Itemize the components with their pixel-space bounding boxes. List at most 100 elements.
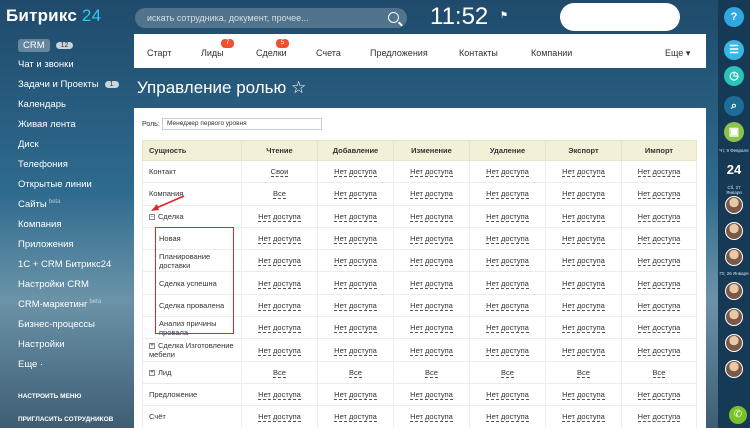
permission-select[interactable]: Нет доступа [410,345,453,356]
clock[interactable]: 11:52 [430,3,488,31]
avatar[interactable] [725,196,743,214]
permission-select[interactable]: Нет доступа [637,211,681,222]
tab[interactable]: Компании [531,48,572,58]
sidebar-item[interactable]: Сайты beta [18,199,60,210]
permission-select[interactable]: Нет доступа [486,234,529,245]
permission-select[interactable]: Нет доступа [258,278,301,289]
help-icon[interactable]: ? [724,7,744,27]
permission-select[interactable]: Нет доступа [637,167,681,178]
permission-select[interactable]: Все [273,189,286,200]
permission-select[interactable]: Нет доступа [637,345,681,356]
permission-select[interactable]: Нет доступа [486,390,529,401]
calendar-day[interactable]: 24 [724,160,744,180]
permission-select[interactable]: Нет доступа [637,189,681,200]
sidebar-item[interactable]: Календарь [18,99,66,110]
permission-select[interactable]: Нет доступа [637,278,681,289]
permission-select[interactable]: Нет доступа [486,167,529,178]
expand-icon[interactable]: + [149,343,155,350]
permission-select[interactable]: Нет доступа [486,278,529,289]
permission-select[interactable]: Нет доступа [410,211,453,222]
permission-select[interactable]: Все [349,367,362,378]
permission-select[interactable]: Нет доступа [637,256,681,267]
permission-select[interactable]: Нет доступа [562,234,605,245]
permission-select[interactable]: Нет доступа [410,167,453,178]
permission-select[interactable]: Нет доступа [562,189,605,200]
permission-select[interactable]: Нет доступа [258,323,301,334]
permission-select[interactable]: Все [273,367,286,378]
tab[interactable]: Еще ▾ [665,48,690,59]
permission-select[interactable]: Нет доступа [334,234,377,245]
permission-select[interactable]: Нет доступа [410,256,453,267]
sidebar-item[interactable]: Телефония [18,159,68,170]
sidebar-item[interactable]: Диск [18,139,39,150]
avatar[interactable] [725,308,743,326]
permission-select[interactable]: Все [652,367,666,378]
permission-select[interactable]: Свои [270,167,289,178]
tab[interactable]: Сделки [256,48,287,58]
sidebar-item[interactable]: CRM-маркетинг beta [18,299,101,310]
permission-select[interactable]: Нет доступа [334,278,377,289]
permission-select[interactable]: Нет доступа [410,300,453,311]
permission-select[interactable]: Нет доступа [637,390,681,401]
sidebar-item-crm[interactable]: CRM 12 [18,39,74,52]
notifications-icon[interactable]: ☰ [724,40,744,60]
permission-select[interactable]: Нет доступа [258,234,301,245]
sidebar-item[interactable]: Чат и звонки [18,59,74,70]
permission-select[interactable]: Нет доступа [562,167,605,178]
permission-select[interactable]: Нет доступа [410,390,453,401]
permission-select[interactable]: Нет доступа [637,323,681,334]
permission-select[interactable]: Нет доступа [334,256,377,267]
permission-select[interactable]: Нет доступа [562,300,605,311]
sidebar-item[interactable]: 1С + CRM Битрикс24 [18,259,111,270]
phone-icon[interactable]: ✆ [729,406,747,424]
permission-select[interactable]: Нет доступа [562,211,605,222]
avatar[interactable] [725,282,743,300]
permission-select[interactable]: Нет доступа [486,211,529,222]
sidebar-item[interactable]: Настройки [18,339,65,350]
timeline-icon[interactable]: ◷ [724,66,744,86]
role-name-input[interactable]: Менеджер первого уровня [162,118,322,130]
permission-select[interactable]: Нет доступа [334,300,377,311]
avatar[interactable] [725,360,743,378]
permission-select[interactable]: Нет доступа [562,412,605,423]
permission-select[interactable]: Нет доступа [637,300,681,311]
permission-select[interactable]: Нет доступа [258,256,301,267]
avatar[interactable] [725,248,743,266]
permission-select[interactable]: Нет доступа [562,256,605,267]
tab[interactable]: Старт [147,48,171,58]
user-profile-box[interactable] [560,3,680,31]
permission-select[interactable]: Все [425,367,438,378]
sidebar-item[interactable]: Компания [18,219,61,230]
configure-menu-link[interactable]: НАСТРОИТЬ МЕНЮ [18,393,81,400]
permission-select[interactable]: Нет доступа [562,278,605,289]
permission-select[interactable]: Нет доступа [410,278,453,289]
flag-icon[interactable]: ⚑ [500,10,508,21]
permission-select[interactable]: Нет доступа [486,256,529,267]
invite-employees-link[interactable]: ПРИГЛАСИТЬ СОТРУДНИКОВ [18,416,113,423]
permission-select[interactable]: Нет доступа [258,300,301,311]
tab[interactable]: Контакты [459,48,498,58]
permission-select[interactable]: Нет доступа [410,234,453,245]
sidebar-item[interactable]: Открытые линии [18,179,92,190]
logo[interactable]: Битрикс 24 [6,6,101,26]
sidebar-item[interactable]: Приложения [18,239,74,250]
permission-select[interactable]: Нет доступа [334,189,377,200]
permission-select[interactable]: Нет доступа [637,412,681,423]
permission-select[interactable]: Все [501,367,514,378]
collapse-icon[interactable]: − [149,213,155,220]
android-app-icon[interactable]: ▣ [724,122,744,142]
permission-select[interactable]: Нет доступа [334,412,377,423]
permission-select[interactable]: Нет доступа [562,345,605,356]
permission-select[interactable]: Нет доступа [410,323,453,334]
sidebar-item[interactable]: Задачи и Проекты 1 [18,79,119,90]
permission-select[interactable]: Нет доступа [486,323,529,334]
permission-select[interactable]: Нет доступа [486,189,529,200]
permission-select[interactable]: Нет доступа [562,390,605,401]
avatar[interactable] [725,334,743,352]
permission-select[interactable]: Нет доступа [258,390,301,401]
permission-select[interactable]: Нет доступа [637,234,681,245]
sidebar-item[interactable]: Еще · [18,359,43,370]
tab[interactable]: Счета [316,48,341,58]
permission-select[interactable]: Нет доступа [410,412,453,423]
tab[interactable]: Лиды [201,48,224,58]
